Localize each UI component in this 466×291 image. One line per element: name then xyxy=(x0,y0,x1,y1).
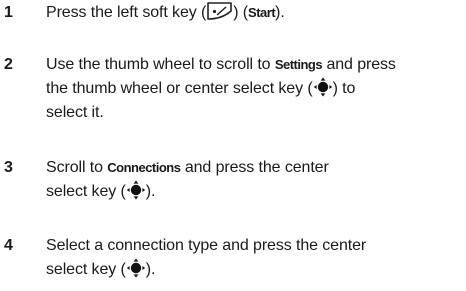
key-label-settings: Settings xyxy=(274,57,323,72)
instruction-steps: 1 Press the left soft key ( ) (Start). 2… xyxy=(0,0,466,291)
step-text-part: ) ( xyxy=(233,4,249,21)
navigation-key-icon xyxy=(126,180,146,200)
step-text-part: Select a connection type and press the c… xyxy=(46,237,367,254)
step-text-part: select it. xyxy=(46,104,104,121)
step-text-part: ) to xyxy=(332,80,356,97)
step-number: 2 xyxy=(4,56,13,73)
step-text-part: Scroll to xyxy=(46,159,108,176)
soft-key-icon xyxy=(206,1,233,21)
step-text-part: and press xyxy=(322,56,396,73)
step-text-part: and press the center xyxy=(180,159,329,176)
step-text: Select a connection type and press the c… xyxy=(46,234,461,282)
step-text-part: ). xyxy=(145,261,156,278)
key-label-connections: Connections xyxy=(107,160,181,175)
step-number: 3 xyxy=(4,159,13,176)
navigation-key-icon xyxy=(313,77,333,97)
navigation-key-icon xyxy=(126,258,146,278)
step-text-part: select key ( xyxy=(46,183,126,200)
step-text-part: ). xyxy=(145,183,156,200)
step-text: Use the thumb wheel to scroll to Setting… xyxy=(46,53,461,125)
key-label-start: Start xyxy=(248,5,276,20)
step-text-part: the thumb wheel or center select key ( xyxy=(46,80,313,97)
step-text-part: select key ( xyxy=(46,261,126,278)
step-text-part: ). xyxy=(275,4,285,21)
step-text: Scroll to Connections and press the cent… xyxy=(46,156,461,204)
step-text-part: Press the left soft key ( xyxy=(46,4,207,21)
step-text: Press the left soft key ( ) (Start). xyxy=(46,1,461,25)
step-number: 1 xyxy=(4,4,13,21)
step-text-part: Use the thumb wheel to scroll to xyxy=(46,56,275,73)
step-number: 4 xyxy=(4,237,13,254)
